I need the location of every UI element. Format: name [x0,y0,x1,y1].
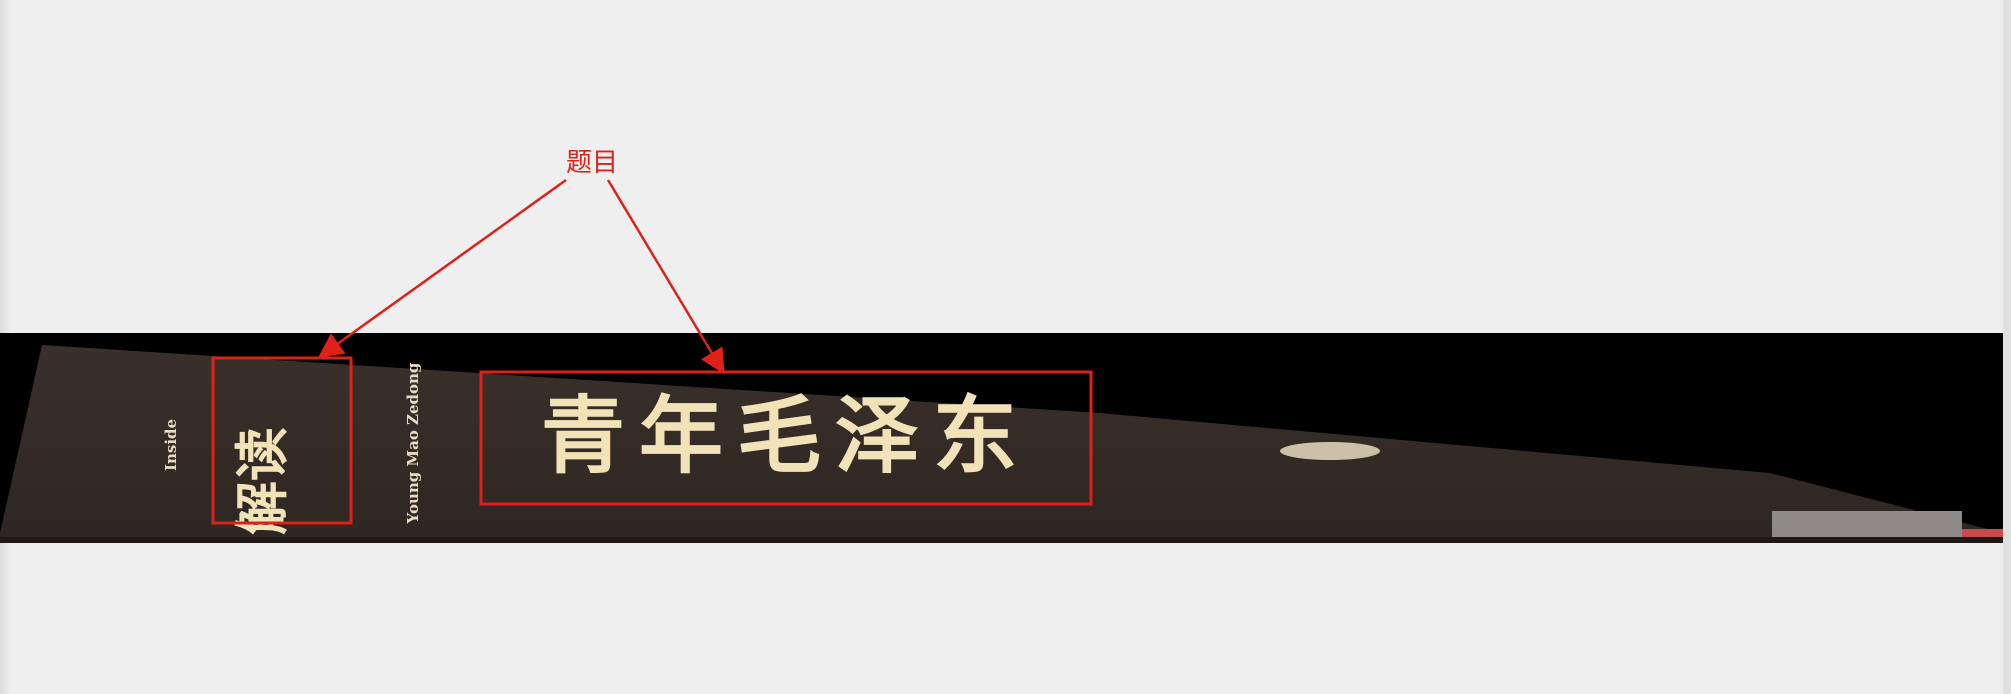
small-left-text: Inside [162,419,180,471]
partial-spine-glyph [1280,442,1380,460]
right-edge-strip [2003,0,2011,694]
book-spine-photo: Inside 解读 Young Mao Zedong 青年毛泽东 [0,333,2003,543]
spine-bottom-edge [0,537,2003,543]
arrow-to-left-title [317,178,567,358]
main-title-text: 青年毛泽东 [541,386,1031,485]
small-vertical-text: Young Mao Zedong [404,362,422,524]
left-title-text: 解读 [230,427,294,535]
book-spine-image: Inside 解读 Young Mao Zedong 青年毛泽东 [0,345,2003,543]
annotation-label: 题目 [566,148,619,178]
